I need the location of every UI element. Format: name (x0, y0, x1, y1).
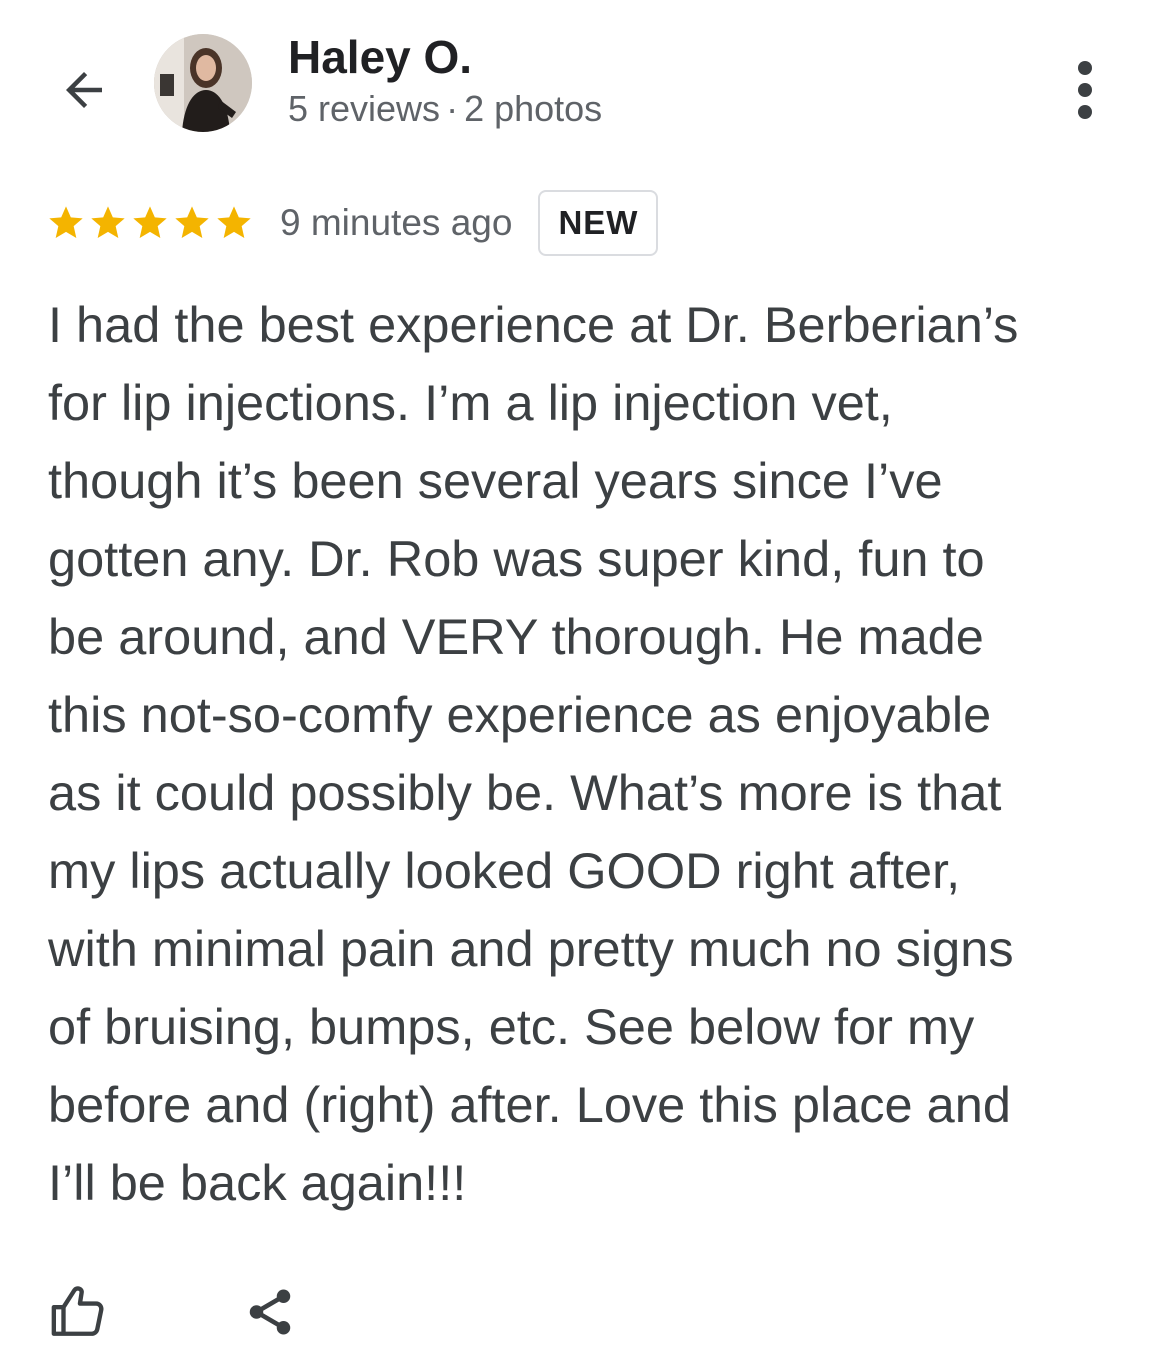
more-options-button[interactable] (1058, 58, 1112, 122)
review-text-line: though it’s been several years since I’v… (48, 452, 943, 509)
review-text-line: for lip injections. I’m a lip injection … (48, 374, 893, 431)
share-icon (249, 1289, 291, 1335)
avatar[interactable] (154, 34, 252, 132)
reviewer-name[interactable]: Haley O. (288, 30, 472, 84)
back-button[interactable] (52, 58, 116, 122)
star-rating (46, 203, 254, 243)
photos-count: 2 photos (464, 88, 603, 129)
star-icon (133, 206, 167, 238)
arrow-back-icon (66, 72, 102, 108)
review-text-line: I had the best experience at Dr. Berberi… (48, 296, 1019, 353)
review-text-line: before and (right) after. Love this plac… (48, 1076, 1011, 1133)
review-text-line: with minimal pain and pretty much no sig… (48, 920, 1014, 977)
review-text-line: gotten any. Dr. Rob was super kind, fun … (48, 530, 985, 587)
thumb-up-icon (51, 1286, 104, 1336)
meta-separator: · (446, 88, 459, 129)
star-icon (91, 206, 125, 238)
review-header: Haley O. 5 reviews · 2 photos (0, 0, 1168, 170)
star-icon (49, 206, 83, 238)
review-text-line: I’ll be back again!!! (48, 1154, 467, 1211)
more-vert-icon (1078, 61, 1092, 119)
review-text-line: of bruising, bumps, etc. See below for m… (48, 998, 975, 1055)
like-button[interactable] (46, 1280, 110, 1344)
review-time: 9 minutes ago (280, 202, 513, 243)
avatar-photo (154, 34, 252, 132)
review-text-line: my lips actually looked GOOD right after… (48, 842, 961, 899)
reviews-count: 5 reviews (288, 88, 441, 129)
star-icon (175, 206, 209, 238)
share-button[interactable] (238, 1280, 302, 1344)
rating-row: 9 minutes ago NEW (46, 190, 659, 256)
new-badge: NEW (538, 190, 659, 256)
star-icon (217, 206, 251, 238)
review-text-line: this not-so-comfy experience as enjoyabl… (48, 686, 992, 743)
review-text-line: as it could possibly be. What’s more is … (48, 764, 1002, 821)
review-text: I had the best experience at Dr. Berberi… (48, 286, 1128, 1222)
reviewer-meta: 5 reviews · 2 photos (288, 88, 602, 130)
review-text-line: be around, and VERY thorough. He made (48, 608, 984, 665)
